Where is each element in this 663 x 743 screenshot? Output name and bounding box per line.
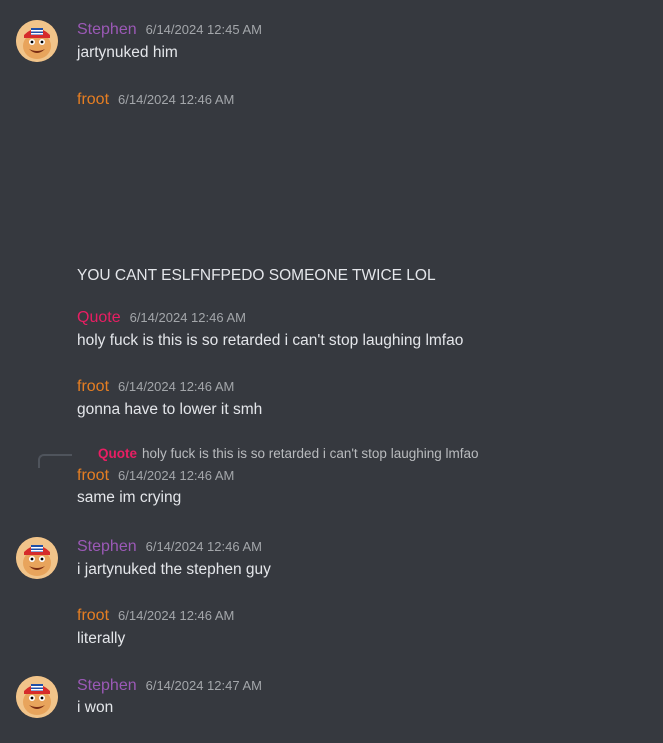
reply-text: holy fuck is this is so retarded i can't…	[142, 446, 479, 461]
username[interactable]: froot	[77, 378, 109, 396]
message-text: jartynuked him	[77, 44, 178, 61]
timestamp: 6/14/2024 12:46 AM	[118, 379, 235, 394]
timestamp: 6/14/2024 12:46 AM	[118, 608, 235, 623]
message-text: same im crying	[77, 489, 182, 506]
username[interactable]: Stephen	[77, 677, 137, 695]
timestamp: 6/14/2024 12:45 AM	[145, 22, 262, 37]
username[interactable]: froot	[77, 467, 109, 485]
username[interactable]: Quote	[77, 309, 121, 327]
reply-preview[interactable]: Quote holy fuck is this is so retarded i …	[98, 446, 479, 461]
message-text: YOU CANT ESLFNFPEDO SOMEONE TWICE LOL	[77, 267, 436, 284]
reply-connector	[38, 454, 72, 468]
timestamp: 6/14/2024 12:46 AM	[129, 310, 246, 325]
username[interactable]: froot	[77, 607, 109, 625]
message-text: gonna have to lower it smh	[77, 401, 263, 418]
message-text: literally	[77, 630, 126, 647]
timestamp: 6/14/2024 12:46 AM	[145, 539, 262, 554]
timestamp: 6/14/2024 12:46 AM	[118, 468, 235, 483]
timestamp: 6/14/2024 12:47 AM	[145, 678, 262, 693]
username[interactable]: froot	[77, 91, 109, 109]
username[interactable]: Stephen	[77, 21, 137, 39]
reply-username[interactable]: Quote	[98, 446, 137, 461]
timestamp: 6/14/2024 12:46 AM	[118, 92, 235, 107]
user-avatar-icon[interactable]	[16, 676, 58, 718]
user-avatar-icon[interactable]	[16, 537, 58, 579]
user-avatar-icon[interactable]	[16, 20, 58, 62]
username[interactable]: Stephen	[77, 538, 137, 556]
message-text: i jartynuked the stephen guy	[77, 561, 271, 578]
message-text: holy fuck is this is so retarded i can't…	[77, 332, 464, 349]
message-text: i won	[77, 699, 114, 716]
